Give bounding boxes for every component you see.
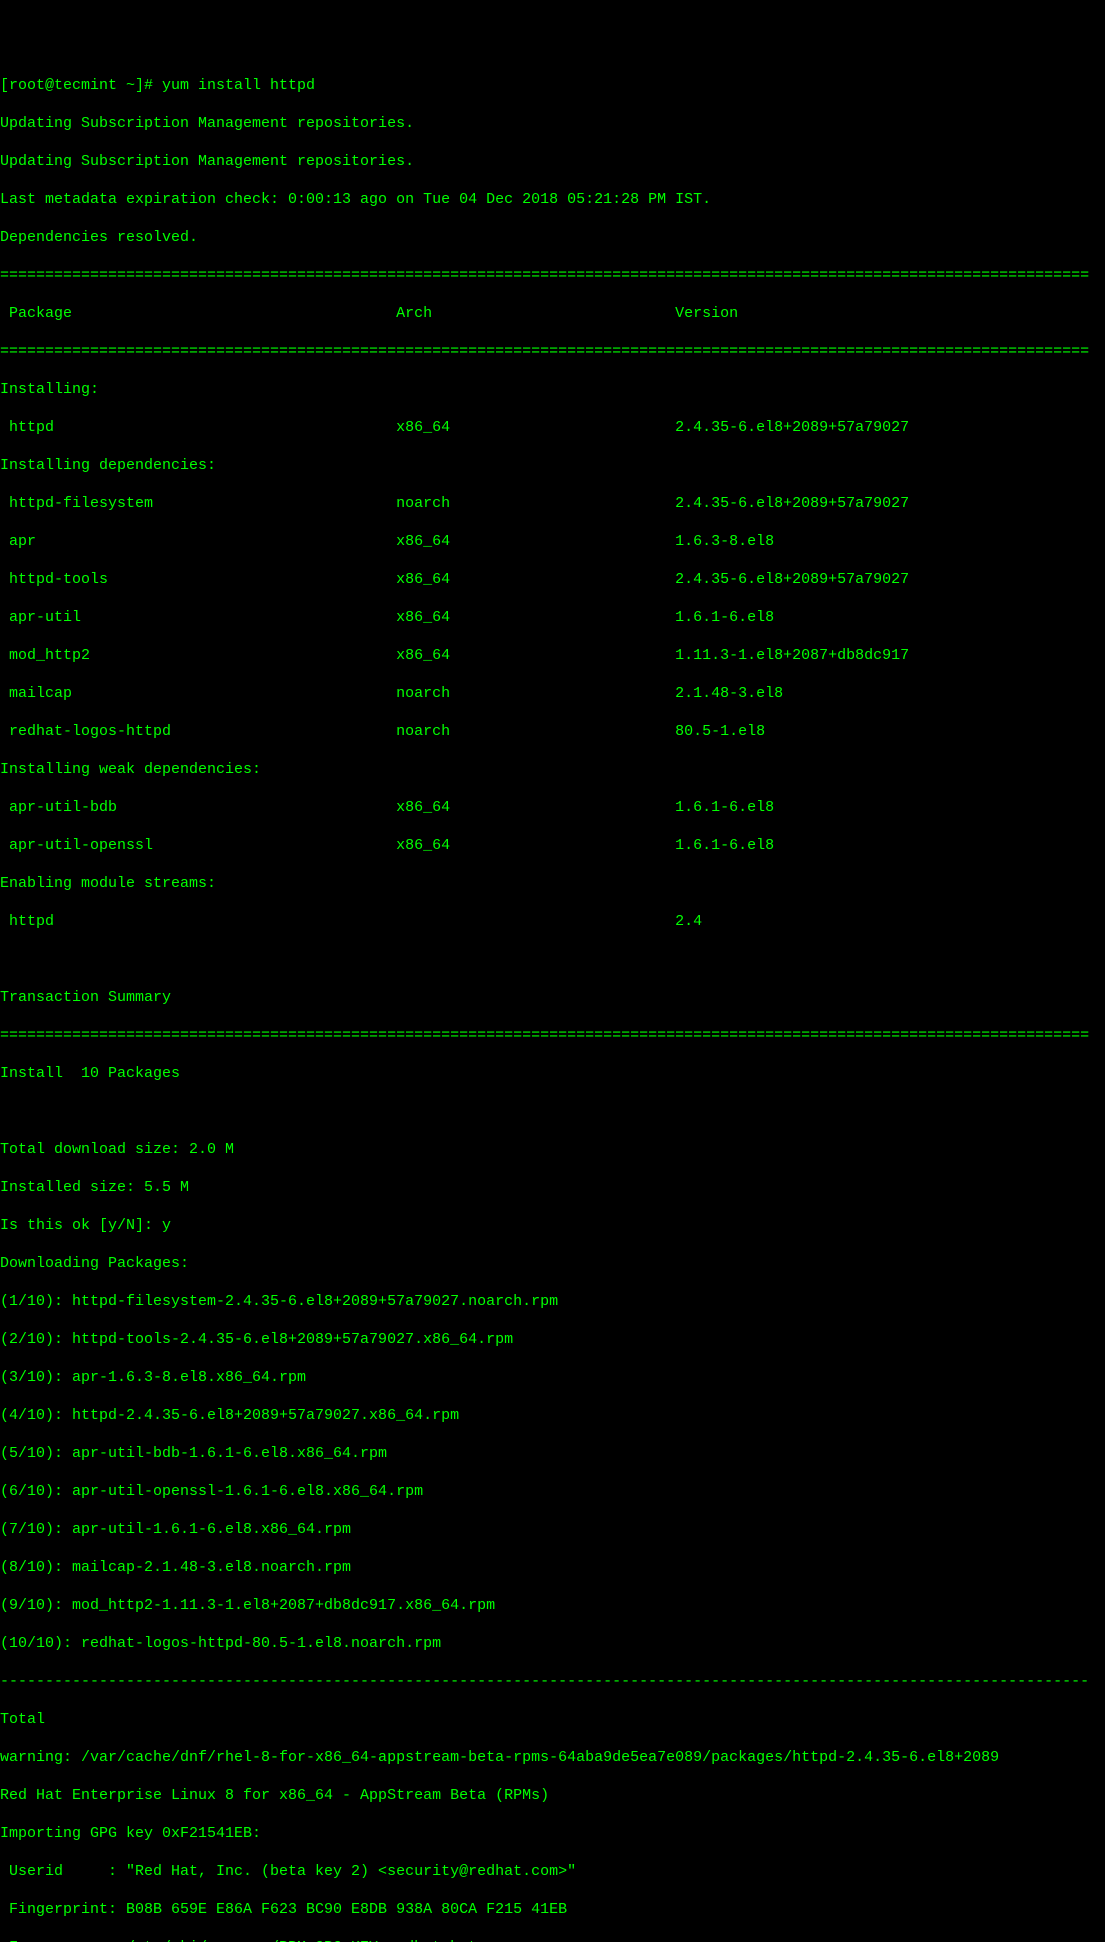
gpg-fingerprint: Fingerprint: B08B 659E E86A F623 BC90 E8… [0,1900,1105,1919]
table-row: mailcapnoarch2.1.48-3.el8 [0,684,1105,703]
table-row: redhat-logos-httpdnoarch80.5-1.el8 [0,722,1105,741]
pkg-name: httpd-tools [0,570,396,589]
pkg-name: httpd [0,912,396,931]
blank-line [0,950,1105,969]
table-row: apr-util-opensslx86_641.6.1-6.el8 [0,836,1105,855]
download-line: (5/10): apr-util-bdb-1.6.1-6.el8.x86_64.… [0,1444,1105,1463]
download-line: (10/10): redhat-logos-httpd-80.5-1.el8.n… [0,1634,1105,1653]
install-count: Install 10 Packages [0,1064,1105,1083]
prompt-line: [root@tecmint ~]# yum install httpd [0,76,1105,95]
pkg-arch: noarch [396,494,675,513]
prompt: [root@tecmint ~]# [0,77,162,94]
table-row: aprx86_641.6.3-8.el8 [0,532,1105,551]
pkg-name: apr-util-bdb [0,798,396,817]
blank-line [0,1102,1105,1121]
pkg-name: mod_http2 [0,646,396,665]
download-line: (3/10): apr-1.6.3-8.el8.x86_64.rpm [0,1368,1105,1387]
pkg-version: 1.6.1-6.el8 [675,798,1105,817]
pkg-version: 1.6.3-8.el8 [675,532,1105,551]
pkg-version: 2.4.35-6.el8+2089+57a79027 [675,570,1105,589]
pkg-version: 2.4.35-6.el8+2089+57a79027 [675,418,1105,437]
pkg-version: 2.4.35-6.el8+2089+57a79027 [675,494,1105,513]
command: yum install httpd [162,77,315,94]
pkg-version: 1.11.3-1.el8+2087+db8dc917 [675,646,1105,665]
download-line: (1/10): httpd-filesystem-2.4.35-6.el8+20… [0,1292,1105,1311]
table-row: httpdx86_642.4.35-6.el8+2089+57a79027 [0,418,1105,437]
section-header: Installing weak dependencies: [0,760,1105,779]
pkg-name: apr-util [0,608,396,627]
pkg-arch: noarch [396,684,675,703]
table-header: PackageArchVersion [0,304,1105,323]
section-header: Enabling module streams: [0,874,1105,893]
gpg-from: From : /etc/pki/rpm-gpg/RPM-GPG-KEY-redh… [0,1938,1105,1942]
downloading-header: Downloading Packages: [0,1254,1105,1273]
terminal-output[interactable]: [root@tecmint ~]# yum install httpd Upda… [0,57,1105,1942]
table-row: apr-util-bdbx86_641.6.1-6.el8 [0,798,1105,817]
pkg-arch: x86_64 [396,532,675,551]
section-header: Installing: [0,380,1105,399]
table-row: httpd-toolsx86_642.4.35-6.el8+2089+57a79… [0,570,1105,589]
col-version: Version [675,304,1105,323]
pkg-version: 1.6.1-6.el8 [675,608,1105,627]
table-row: mod_http2x86_641.11.3-1.el8+2087+db8dc91… [0,646,1105,665]
transaction-title: Transaction Summary [0,988,1105,1007]
table-row: httpd-filesystemnoarch2.4.35-6.el8+2089+… [0,494,1105,513]
pkg-name: httpd [0,418,396,437]
gpg-userid: Userid : "Red Hat, Inc. (beta key 2) <se… [0,1862,1105,1881]
pkg-name: apr [0,532,396,551]
installed-size: Installed size: 5.5 M [0,1178,1105,1197]
gpg-import: Importing GPG key 0xF21541EB: [0,1824,1105,1843]
download-size: Total download size: 2.0 M [0,1140,1105,1159]
pkg-arch: x86_64 [396,418,675,437]
pkg-name: redhat-logos-httpd [0,722,396,741]
output-line: Last metadata expiration check: 0:00:13 … [0,190,1105,209]
download-line: (2/10): httpd-tools-2.4.35-6.el8+2089+57… [0,1330,1105,1349]
pkg-name: mailcap [0,684,396,703]
col-arch: Arch [396,304,675,323]
pkg-version: 80.5-1.el8 [675,722,1105,741]
pkg-arch: x86_64 [396,836,675,855]
pkg-name: apr-util-openssl [0,836,396,855]
pkg-arch: x86_64 [396,608,675,627]
repo-line: Red Hat Enterprise Linux 8 for x86_64 - … [0,1786,1105,1805]
table-row: httpd 2.4 [0,912,1105,931]
download-line: (6/10): apr-util-openssl-1.6.1-6.el8.x86… [0,1482,1105,1501]
divider: ----------------------------------------… [0,1672,1105,1691]
pkg-arch [396,912,675,931]
output-line: Dependencies resolved. [0,228,1105,247]
pkg-arch: x86_64 [396,646,675,665]
download-line: (8/10): mailcap-2.1.48-3.el8.noarch.rpm [0,1558,1105,1577]
divider: ========================================… [0,342,1105,361]
download-line: (7/10): apr-util-1.6.1-6.el8.x86_64.rpm [0,1520,1105,1539]
pkg-version: 2.4 [675,912,1105,931]
section-header: Installing dependencies: [0,456,1105,475]
pkg-version: 1.6.1-6.el8 [675,836,1105,855]
pkg-arch: noarch [396,722,675,741]
total-line: Total [0,1710,1105,1729]
pkg-arch: x86_64 [396,570,675,589]
divider: ========================================… [0,1026,1105,1045]
table-row: apr-utilx86_641.6.1-6.el8 [0,608,1105,627]
col-package: Package [0,304,396,323]
pkg-name: httpd-filesystem [0,494,396,513]
warning-line: warning: /var/cache/dnf/rhel-8-for-x86_6… [0,1748,1105,1767]
download-line: (9/10): mod_http2-1.11.3-1.el8+2087+db8d… [0,1596,1105,1615]
confirm-prompt: Is this ok [y/N]: y [0,1216,1105,1235]
output-line: Updating Subscription Management reposit… [0,114,1105,133]
pkg-version: 2.1.48-3.el8 [675,684,1105,703]
pkg-arch: x86_64 [396,798,675,817]
download-line: (4/10): httpd-2.4.35-6.el8+2089+57a79027… [0,1406,1105,1425]
output-line: Updating Subscription Management reposit… [0,152,1105,171]
divider: ========================================… [0,266,1105,285]
